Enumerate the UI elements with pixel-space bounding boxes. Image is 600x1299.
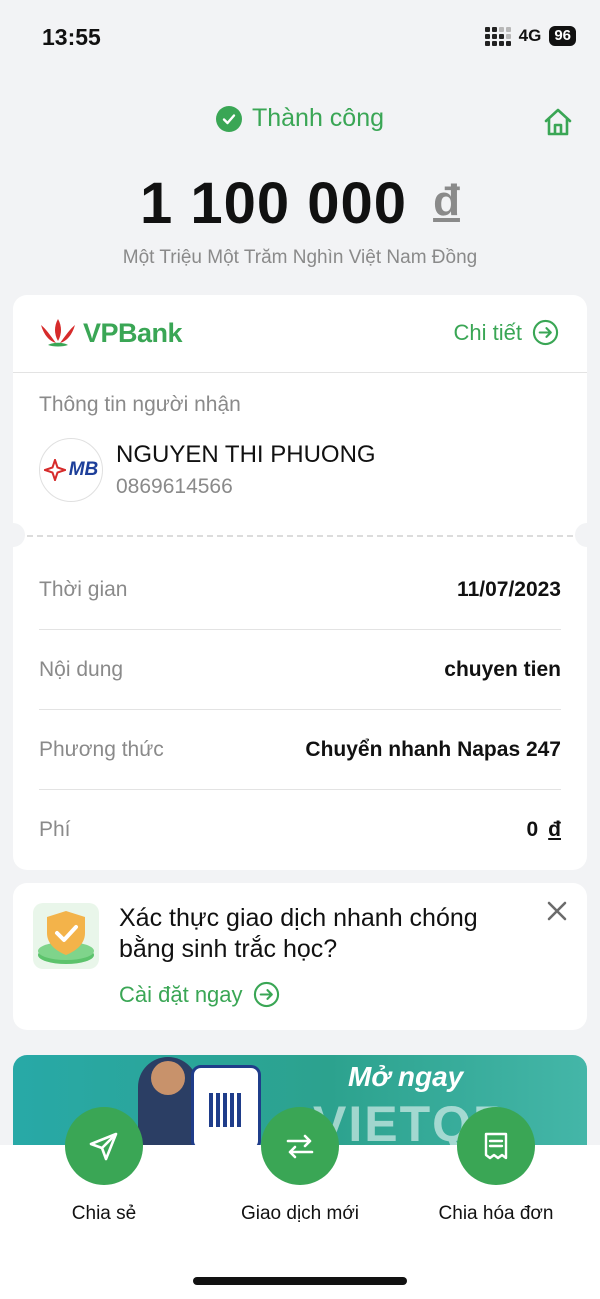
fee-value-group: 0đ: [526, 790, 561, 870]
setup-now-link[interactable]: Cài đặt ngay: [119, 981, 280, 1008]
recipient-name: NGUYEN THI PHUONG: [116, 441, 376, 468]
receipt-notch-left: [1, 523, 25, 547]
biometric-promo-title: Xác thực giao dịch nhanh chóng bằng sinh…: [119, 904, 478, 963]
arrow-right-circle-icon: [253, 981, 279, 1008]
detail-row-time: Thời gian 11/07/2023: [39, 550, 561, 630]
new-transaction-button[interactable]: Giao dịch mới: [200, 1107, 400, 1225]
arrow-right-circle-icon: [532, 319, 559, 346]
cellular-signal-icon: [484, 26, 511, 46]
status-bar: 13:55 4G 96: [0, 0, 600, 70]
detail-row-fee: Phí 0đ: [39, 790, 561, 870]
swap-arrows-icon: [261, 1107, 339, 1185]
receipt-card: VPBank Chi tiết Thông tin người nhận MB …: [1, 295, 599, 870]
recipient-section-title: Thông tin người nhận: [39, 393, 241, 416]
battery-level: 96: [549, 26, 576, 46]
detail-label: Nội dung: [39, 658, 124, 681]
new-transaction-label: Giao dịch mới: [240, 1203, 360, 1224]
split-bill-button[interactable]: Chia hóa đơn: [396, 1107, 596, 1225]
vpbank-logo: VPBank: [39, 317, 183, 349]
send-icon: [65, 1107, 143, 1185]
mb-star-icon: [43, 459, 66, 481]
bank-header: VPBank Chi tiết: [13, 295, 587, 373]
bottom-action-bar: Chia sẻ Giao dịch mới Chia hóa đơn: [0, 1107, 600, 1299]
amount-display: 1 100 000 đ: [0, 170, 600, 237]
biometric-promo-card: Xác thực giao dịch nhanh chóng bằng sinh…: [13, 883, 587, 1030]
status-time: 13:55: [42, 24, 101, 50]
status-indicators: 4G 96: [484, 26, 576, 46]
bank-name: VPBank: [83, 317, 183, 348]
detail-label: Phương thức: [39, 738, 164, 761]
banner-person-head: [151, 1061, 185, 1095]
receipt-notch-right: [575, 523, 599, 547]
status-text: Thành công: [251, 104, 385, 132]
detail-link[interactable]: Chi tiết: [454, 319, 559, 346]
setup-now-label: Cài đặt ngay: [119, 981, 243, 1007]
fee-currency: đ: [548, 818, 561, 841]
detail-row-content: Nội dung chuyen tien: [39, 630, 561, 710]
detail-value: chuyen tien: [444, 658, 561, 681]
check-circle-icon: [215, 105, 242, 132]
share-label: Chia sẻ: [71, 1203, 137, 1224]
shield-check-icon: [33, 903, 99, 969]
transaction-status: Thành công: [0, 104, 600, 133]
network-type: 4G: [518, 26, 542, 45]
detail-value: Chuyển nhanh Napas 247: [305, 738, 561, 761]
amount-value: 1 100 000: [140, 171, 408, 236]
fee-value: 0: [526, 818, 539, 841]
home-icon[interactable]: [542, 106, 574, 138]
detail-label: Chi tiết: [453, 319, 522, 345]
receipt-divider: [27, 535, 573, 537]
split-bill-label: Chia hóa đơn: [438, 1203, 554, 1224]
close-icon[interactable]: [545, 899, 569, 923]
receipt-icon: [457, 1107, 535, 1185]
amount-in-words: Một Triệu Một Trăm Nghìn Việt Nam Đồng: [122, 247, 478, 268]
share-button[interactable]: Chia sẻ: [4, 1107, 204, 1225]
detail-value: 11/07/2023: [457, 578, 561, 601]
home-indicator[interactable]: [193, 1277, 407, 1285]
mb-logo-text: MB: [68, 459, 99, 480]
recipient-account: 0869614566: [116, 475, 233, 498]
detail-row-method: Phương thức Chuyển nhanh Napas 247: [39, 710, 561, 790]
detail-label: Phí: [39, 818, 71, 841]
vpbank-flower-icon: [41, 319, 75, 347]
detail-label: Thời gian: [39, 578, 128, 601]
banner-title: Mở ngay: [348, 1061, 464, 1092]
amount-currency: đ: [433, 176, 460, 225]
mb-bank-avatar: MB: [39, 438, 103, 502]
